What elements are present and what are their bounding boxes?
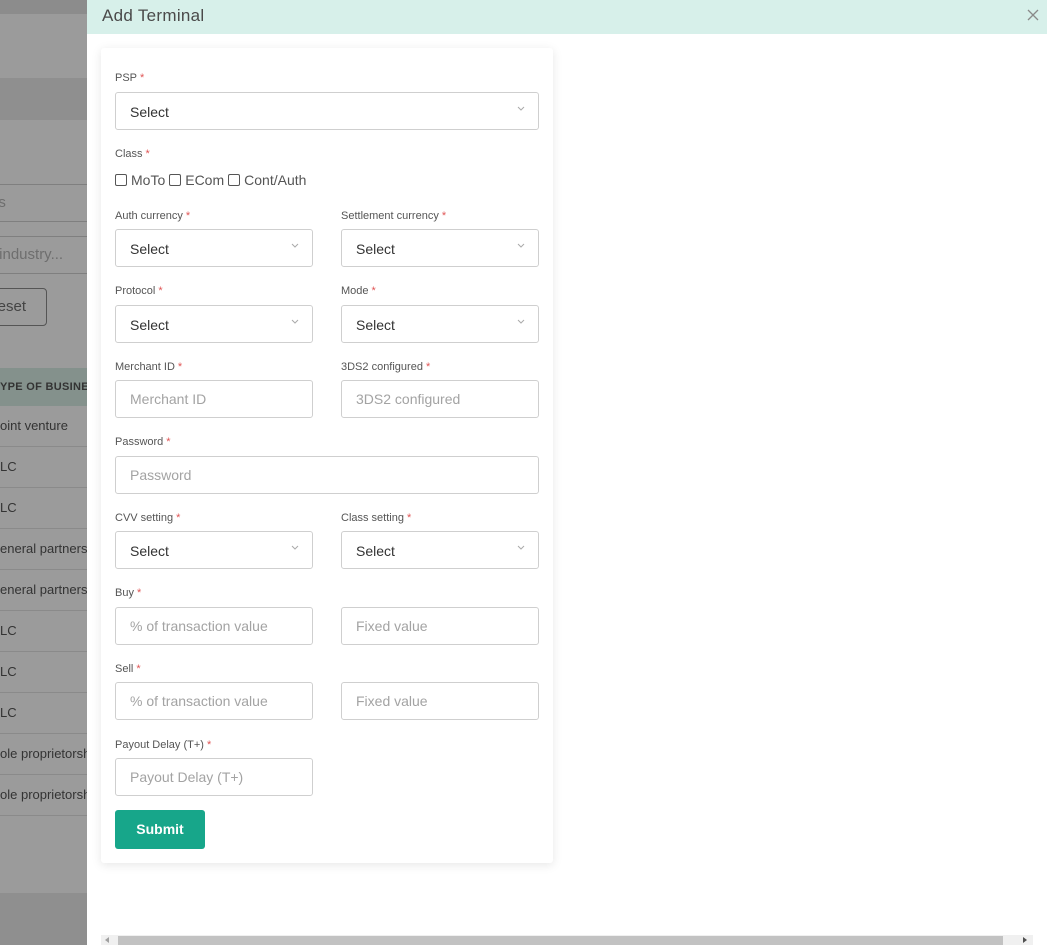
buy-percent-input[interactable]: [115, 607, 313, 645]
chevron-down-icon: [517, 319, 525, 324]
background-table-row: LC: [0, 611, 87, 652]
chevron-down-icon: [517, 106, 525, 111]
scroll-left-icon[interactable]: [105, 937, 109, 943]
psp-select[interactable]: Select: [115, 92, 539, 130]
psp-select-value: Select: [130, 104, 169, 120]
background-table-row: eneral partners: [0, 570, 87, 611]
sell-fixed-input[interactable]: [341, 682, 539, 720]
chevron-down-icon: [517, 243, 525, 248]
auth-currency-label: Auth currency *: [115, 210, 191, 222]
background-topbar: [0, 0, 87, 14]
protocol-select[interactable]: Select: [115, 305, 313, 343]
cont-auth-checkbox-label: Cont/Auth: [244, 172, 307, 188]
settlement-currency-label: Settlement currency *: [341, 210, 447, 222]
background-page-header: [0, 78, 87, 120]
class-setting-select-value: Select: [356, 543, 395, 559]
background-status-filter: us: [0, 184, 87, 222]
buy-fixed-input[interactable]: [341, 607, 539, 645]
add-terminal-drawer: Add Terminal PSP * Select Class * MoTo ECo…: [87, 0, 1047, 945]
ecom-checkbox-label: ECom: [185, 172, 225, 188]
submit-button[interactable]: Submit: [115, 810, 205, 849]
payout-delay-input[interactable]: [115, 758, 313, 796]
background-table-row: LC: [0, 693, 87, 734]
drawer-header: Add Terminal: [87, 0, 1047, 34]
drawer-title: Add Terminal: [102, 6, 205, 25]
class-option-ecom[interactable]: ECom: [169, 172, 224, 188]
protocol-label: Protocol *: [115, 285, 163, 297]
mode-label: Mode *: [341, 285, 376, 297]
chevron-down-icon: [517, 545, 525, 550]
background-footer: [0, 893, 87, 945]
chevron-down-icon: [291, 243, 299, 248]
cvv-setting-select-value: Select: [130, 543, 169, 559]
chevron-down-icon: [291, 319, 299, 324]
horizontal-scrollbar[interactable]: [101, 935, 1033, 945]
threeds2-configured-label: 3DS2 configured *: [341, 361, 431, 373]
background-page: us r industry... eset YPE OF BUSINES oin…: [0, 0, 87, 945]
background-table-row: oint venture: [0, 406, 87, 447]
settlement-currency-select-value: Select: [356, 241, 395, 257]
ecom-checkbox[interactable]: [169, 174, 182, 186]
chevron-down-icon: [291, 545, 299, 550]
class-option-cont-auth[interactable]: Cont/Auth: [228, 172, 306, 188]
cvv-setting-select[interactable]: Select: [115, 531, 313, 569]
merchant-id-input[interactable]: [115, 380, 313, 418]
protocol-select-value: Select: [130, 317, 169, 333]
background-table-row: ole proprietorsh: [0, 734, 87, 775]
payout-delay-label: Payout Delay (T+) *: [115, 739, 212, 751]
merchant-id-label: Merchant ID *: [115, 361, 183, 373]
auth-currency-select-value: Select: [130, 241, 169, 257]
psp-label: PSP *: [115, 72, 145, 84]
class-label: Class *: [115, 148, 150, 160]
class-setting-label: Class setting *: [341, 512, 412, 524]
buy-label: Buy *: [115, 587, 142, 599]
sell-percent-input[interactable]: [115, 682, 313, 720]
class-option-moto[interactable]: MoTo: [115, 172, 165, 188]
auth-currency-select[interactable]: Select: [115, 229, 313, 267]
scroll-right-icon[interactable]: [1023, 937, 1027, 943]
background-reset-button: eset: [0, 288, 47, 326]
class-checkbox-group: MoTo ECom Cont/Auth: [115, 172, 310, 188]
sell-label: Sell *: [115, 663, 141, 675]
background-table-row: eneral partners: [0, 529, 87, 570]
moto-checkbox-label: MoTo: [131, 172, 166, 188]
background-table-header: YPE OF BUSINES: [0, 368, 87, 406]
password-input[interactable]: [115, 456, 539, 494]
background-table-row: ole proprietorsh: [0, 775, 87, 816]
scrollbar-thumb[interactable]: [118, 936, 1003, 945]
background-table-row: LC: [0, 488, 87, 529]
close-icon[interactable]: [1025, 6, 1041, 24]
background-industry-filter: r industry...: [0, 236, 87, 274]
background-table-row: LC: [0, 652, 87, 693]
mode-select-value: Select: [356, 317, 395, 333]
mode-select[interactable]: Select: [341, 305, 539, 343]
moto-checkbox[interactable]: [115, 174, 127, 186]
class-setting-select[interactable]: Select: [341, 531, 539, 569]
cont-auth-checkbox[interactable]: [228, 174, 241, 186]
cvv-setting-label: CVV setting *: [115, 512, 181, 524]
threeds2-configured-input[interactable]: [341, 380, 539, 418]
background-table-row: LC: [0, 447, 87, 488]
password-label: Password *: [115, 436, 171, 448]
settlement-currency-select[interactable]: Select: [341, 229, 539, 267]
